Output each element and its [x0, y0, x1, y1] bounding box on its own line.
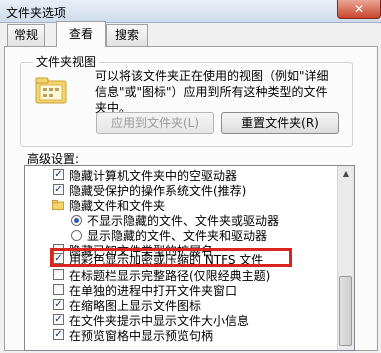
window-title: 文件夹选项 — [6, 6, 67, 20]
setting-label: 在单独的进程中打开文件夹窗口 — [69, 284, 238, 298]
folder-views-description: 可以将该文件夹正在使用的视图（例如"详细信息"或"图标"）应用到所有这种类型的文… — [95, 69, 329, 115]
tab-search[interactable]: 搜索 — [106, 24, 148, 46]
setting-label: 在预览窗格中显示预览句柄 — [69, 329, 214, 343]
title-bar: 文件夹选项 ✕ — [0, 0, 381, 23]
setting-label: 显示隐藏的文件、文件夹和驱动器 — [87, 229, 268, 243]
setting-label: 隐藏计算机文件夹中的空驱动器 — [69, 169, 238, 183]
checkbox[interactable]: ✓ — [53, 329, 64, 340]
scrollbar-thumb[interactable] — [339, 276, 352, 346]
setting-label: 在文件夹提示中显示文件大小信息 — [69, 314, 250, 328]
vertical-scrollbar[interactable]: ▲ — [337, 166, 354, 350]
checkbox[interactable] — [53, 269, 64, 280]
setting-label: 不显示隐藏的文件、文件夹或驱动器 — [87, 214, 280, 228]
checkbox[interactable]: ✓ — [53, 169, 64, 180]
setting-label: 在标题栏显示完整路径(仅限经典主题) — [69, 269, 271, 283]
tab-general[interactable]: 常规 — [7, 24, 45, 46]
checkbox[interactable]: ✓ — [53, 299, 64, 310]
highlight-box — [50, 248, 292, 267]
apply-to-folders-button[interactable]: 应用到文件夹(L) — [96, 112, 214, 134]
checkbox[interactable]: ✓ — [53, 184, 64, 195]
tab-view[interactable]: 查看 — [56, 21, 106, 47]
folder-view-icon — [35, 77, 67, 104]
setting-label: 在缩略图上显示文件图标 — [69, 299, 202, 313]
folder-views-title: 文件夹视图 — [33, 53, 100, 70]
radio-button[interactable] — [71, 215, 82, 226]
setting-label: 隐藏受保护的操作系统文件(推荐) — [69, 184, 247, 198]
close-button[interactable]: ✕ — [337, 0, 381, 19]
checkbox[interactable] — [53, 284, 64, 295]
radio-button[interactable] — [71, 230, 82, 241]
folder-icon — [52, 200, 64, 210]
reset-folders-button[interactable]: 重置文件夹(R) — [221, 112, 339, 134]
setting-label: 隐藏文件和文件夹 — [69, 199, 166, 213]
checkbox[interactable]: ✓ — [53, 314, 64, 325]
scroll-up-icon[interactable]: ▲ — [338, 166, 354, 182]
